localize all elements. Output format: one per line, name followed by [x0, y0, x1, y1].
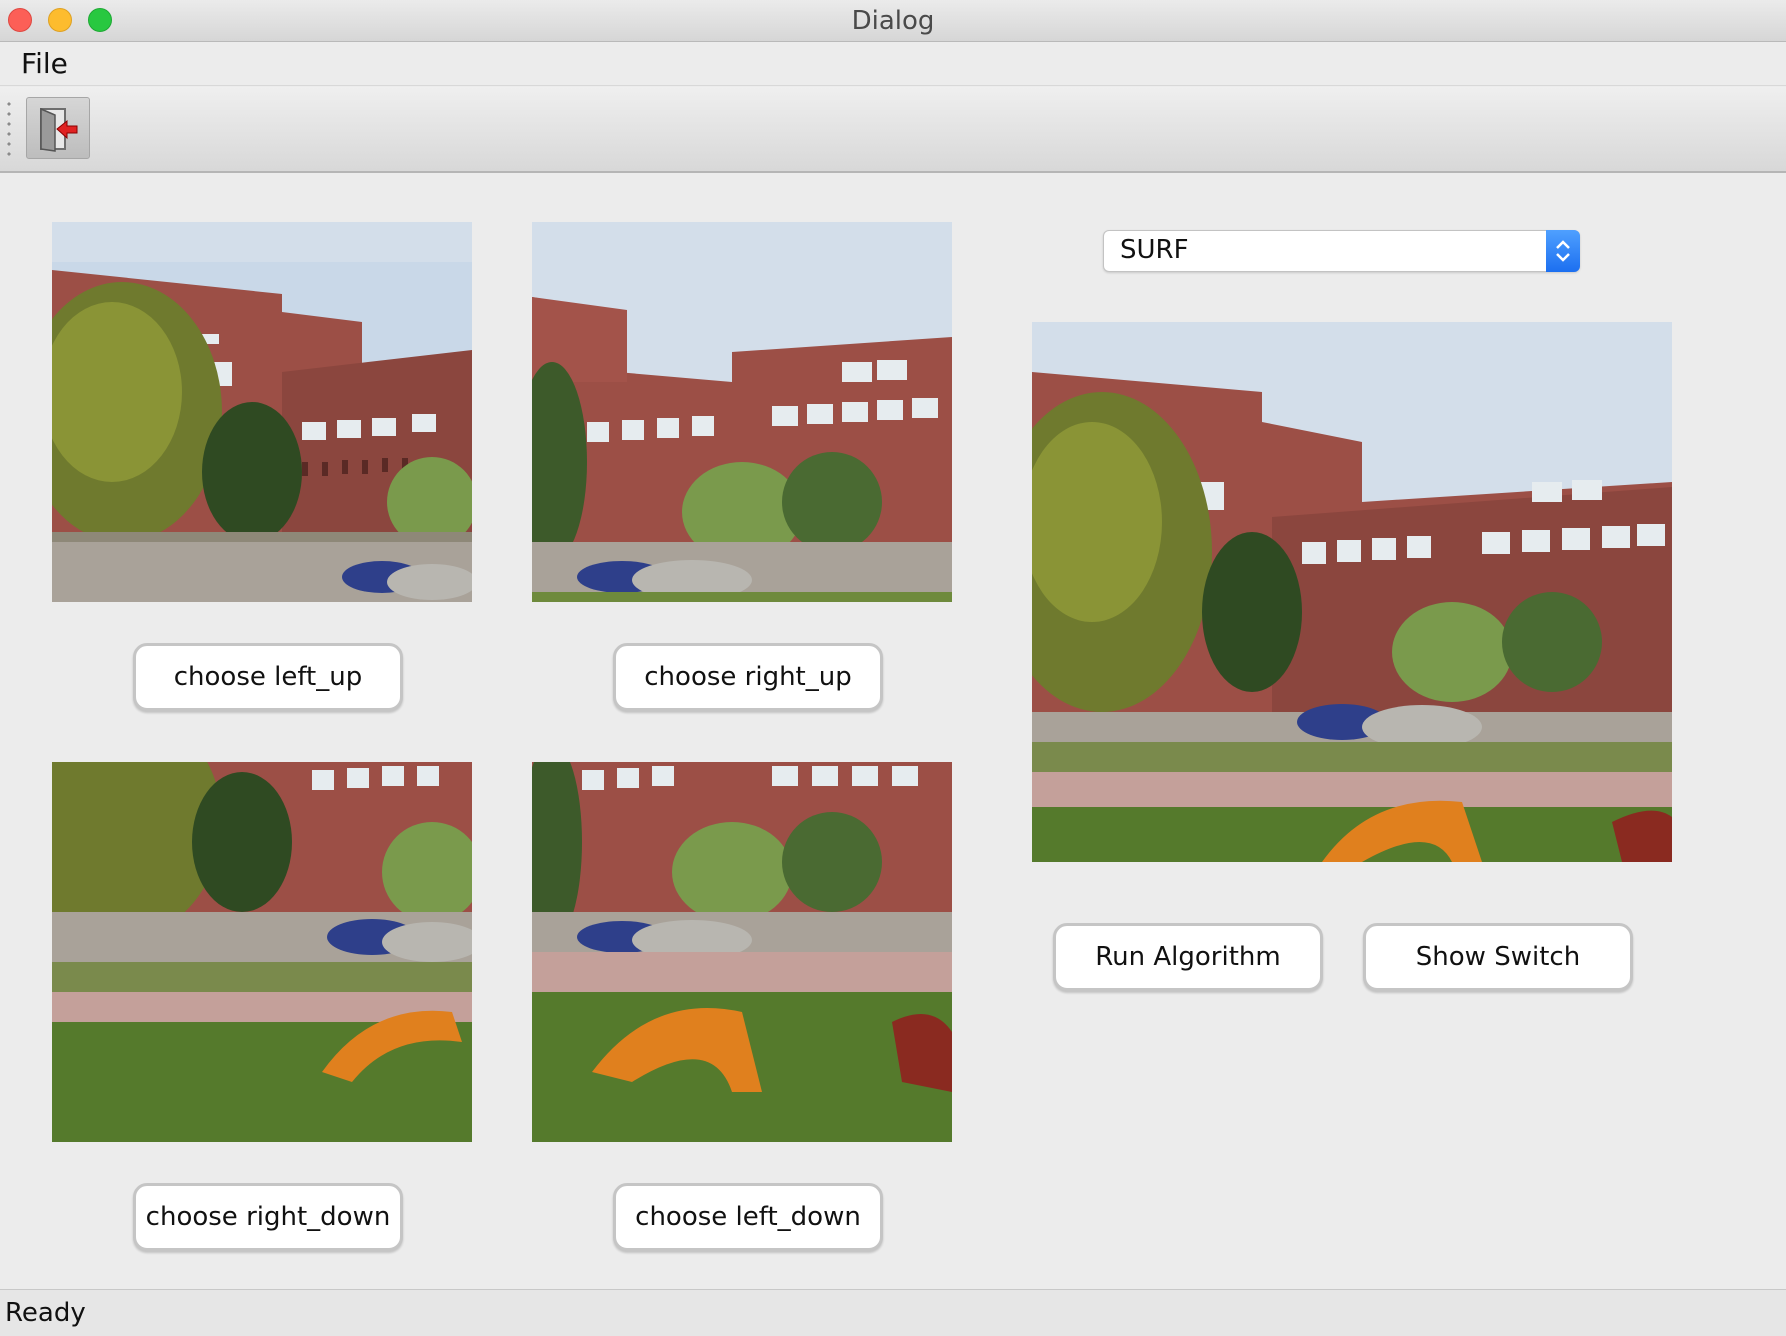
menu-bar: File [0, 43, 1786, 86]
building-photo-icon [532, 762, 952, 1142]
image-left-up [52, 222, 472, 602]
image-right-down [52, 762, 472, 1142]
building-photo-icon [52, 762, 472, 1142]
window-title: Dialog [851, 6, 935, 36]
image-result [1032, 322, 1672, 862]
algorithm-select-value: SURF [1120, 235, 1189, 265]
building-photo-icon [52, 222, 472, 602]
select-arrows-icon[interactable] [1546, 230, 1580, 272]
choose-left-up-button[interactable]: choose left_up [133, 643, 403, 711]
toolbar [0, 87, 1786, 173]
run-algorithm-button[interactable]: Run Algorithm [1053, 923, 1323, 991]
exit-door-icon [40, 107, 78, 152]
status-text: Ready [5, 1298, 86, 1328]
toolbar-grip[interactable] [7, 99, 11, 159]
choose-right-up-button[interactable]: choose right_up [613, 643, 883, 711]
image-left-down [532, 762, 952, 1142]
status-bar: Ready [0, 1289, 1786, 1336]
choose-left-down-button[interactable]: choose left_down [613, 1183, 883, 1251]
building-photo-icon [532, 222, 952, 602]
stitched-panorama-photo-icon [1032, 322, 1672, 862]
menu-file[interactable]: File [21, 47, 68, 80]
choose-right-down-button[interactable]: choose right_down [133, 1183, 403, 1251]
title-bar: Dialog [0, 0, 1786, 42]
algorithm-select[interactable]: SURF [1103, 230, 1580, 272]
image-right-up [532, 222, 952, 602]
exit-button[interactable] [26, 97, 90, 159]
show-switch-button[interactable]: Show Switch [1363, 923, 1633, 991]
